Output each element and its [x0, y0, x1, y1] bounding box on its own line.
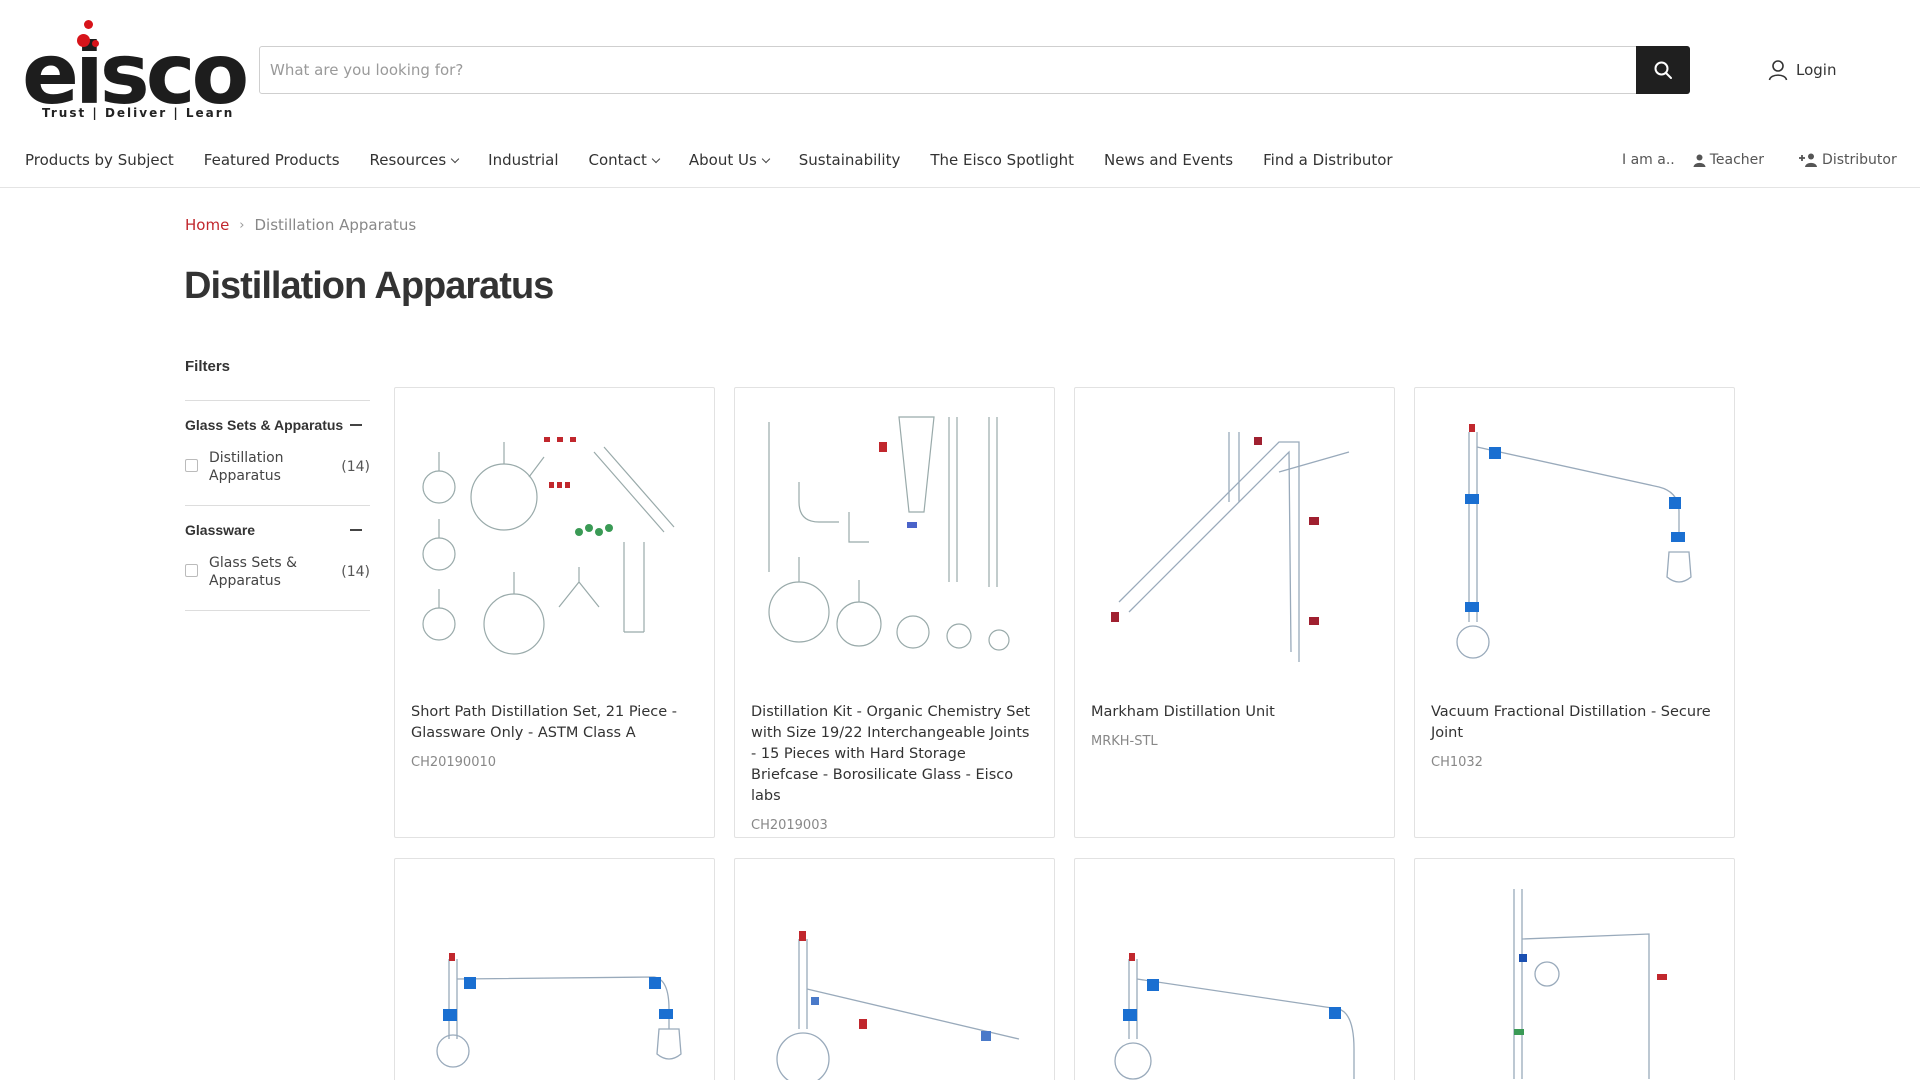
product-card[interactable]: [394, 858, 715, 1080]
product-image: [1114, 953, 1355, 1080]
nav-label: Resources: [369, 151, 447, 169]
product-image: [1513, 889, 1667, 1079]
nav-label: About Us: [688, 151, 757, 169]
product-sku: CH1032: [1431, 755, 1483, 770]
product-sku: MRKH-STL: [1091, 734, 1158, 749]
product-card[interactable]: Vacuum Fractional Distillation - Secure …: [1414, 387, 1735, 838]
chevron-down-icon: [651, 154, 661, 163]
minus-icon: [350, 529, 362, 531]
role-teacher-label: Teacher: [1709, 152, 1765, 168]
product-image: [1456, 424, 1692, 659]
filter-option-label: Distillation Apparatus: [209, 450, 284, 484]
product-image: [776, 931, 1020, 1080]
nav-featured-products[interactable]: Featured Products: [204, 151, 340, 169]
product-name[interactable]: Vacuum Fractional Distillation - Secure …: [1431, 702, 1716, 744]
role-teacher[interactable]: Teacher: [1693, 152, 1764, 168]
breadcrumb-home[interactable]: Home: [185, 216, 229, 234]
filter-option-count: (14): [341, 459, 370, 475]
product-image: [422, 437, 675, 655]
product-image: [436, 953, 682, 1068]
chevron-right-icon: ›: [239, 217, 245, 233]
product-info: Distillation Kit - Organic Chemistry Set…: [751, 702, 1036, 836]
login-link[interactable]: Login: [1768, 58, 1836, 82]
chevron-down-icon: [450, 154, 460, 163]
nav-resources[interactable]: Resources: [369, 151, 460, 169]
product-name[interactable]: Short Path Distillation Set, 21 Piece - …: [411, 702, 696, 744]
chevron-down-icon: [761, 154, 771, 163]
filter-checkbox[interactable]: [185, 459, 198, 472]
logo-dot: [84, 20, 93, 29]
user-icon: [1768, 60, 1788, 81]
nav-label: Featured Products: [203, 151, 340, 169]
nav-contact[interactable]: Contact: [588, 151, 661, 169]
product-info: Vacuum Fractional Distillation - Secure …: [1431, 702, 1716, 773]
product-name[interactable]: Distillation Kit - Organic Chemistry Set…: [751, 702, 1036, 807]
person-icon: [1693, 154, 1706, 167]
filter-group-glass-sets: Glass Sets & Apparatus Distillation Appa…: [185, 400, 370, 506]
nav-news-and-events[interactable]: News and Events: [1104, 151, 1233, 169]
filter-checkbox[interactable]: [185, 564, 198, 577]
role-distributor[interactable]: Distributor: [1798, 152, 1897, 168]
filters-heading: Filters: [185, 358, 231, 375]
product-sku: CH2019003: [751, 818, 828, 833]
product-card[interactable]: [734, 858, 1055, 1080]
nav-industrial[interactable]: Industrial: [488, 151, 558, 169]
site-header: eisco Trust | Deliver | Learn Login Prod…: [0, 0, 1920, 188]
logo-dot: [92, 40, 99, 47]
product-image: [1111, 432, 1350, 662]
filter-option[interactable]: Glass Sets & Apparatus (14): [185, 554, 370, 590]
search-bar: [259, 46, 1690, 94]
product-name[interactable]: Markham Distillation Unit: [1091, 702, 1376, 723]
nav-about-us[interactable]: About Us: [688, 151, 771, 169]
product-card[interactable]: [1074, 858, 1395, 1080]
filter-option[interactable]: Distillation Apparatus (14): [185, 449, 370, 485]
search-input[interactable]: [260, 47, 1636, 93]
filter-group-toggle[interactable]: Glassware: [185, 506, 370, 554]
breadcrumb-current: Distillation Apparatus: [254, 216, 417, 234]
nav-products-by-subject[interactable]: Products by Subject: [25, 151, 174, 169]
logo-tagline: Trust | Deliver | Learn: [42, 106, 235, 120]
logo-wordmark: eisco: [22, 25, 249, 123]
role-prompt: I am a..: [1622, 152, 1675, 168]
nav-label: Industrial: [488, 151, 559, 169]
login-label: Login: [1796, 61, 1837, 79]
nav-label: News and Events: [1104, 151, 1234, 169]
page-title: Distillation Apparatus: [184, 265, 554, 307]
nav-label: Find a Distributor: [1263, 151, 1393, 169]
search-icon: [1654, 61, 1672, 79]
main-nav: Products by Subject Featured Products Re…: [25, 148, 1423, 172]
filter-option-label: Glass Sets & Apparatus: [209, 555, 298, 589]
logo-dot: [77, 34, 90, 47]
product-card[interactable]: [1414, 858, 1735, 1080]
nav-label: Products by Subject: [25, 151, 174, 169]
minus-icon: [350, 424, 362, 426]
role-selector: I am a.. Teacher Distributor: [1622, 148, 1897, 172]
filter-group-glassware: Glassware Glass Sets & Apparatus (14): [185, 505, 370, 611]
role-distributor-label: Distributor: [1822, 152, 1897, 168]
filter-option-count: (14): [341, 564, 370, 580]
breadcrumb: Home › Distillation Apparatus: [185, 216, 416, 234]
search-button[interactable]: [1636, 46, 1690, 94]
add-user-icon: [1799, 153, 1818, 167]
product-info: Markham Distillation Unit MRKH-STL: [1091, 702, 1376, 752]
nav-eisco-spotlight[interactable]: The Eisco Spotlight: [930, 151, 1074, 169]
filter-group-name: Glassware: [185, 522, 256, 538]
filter-group-name: Glass Sets & Apparatus: [185, 417, 344, 433]
nav-label: Sustainability: [798, 151, 901, 169]
product-card[interactable]: Markham Distillation Unit MRKH-STL: [1074, 387, 1395, 838]
nav-label: The Eisco Spotlight: [930, 151, 1075, 169]
product-info: Short Path Distillation Set, 21 Piece - …: [411, 702, 696, 773]
nav-label: Contact: [588, 151, 647, 169]
product-card[interactable]: Short Path Distillation Set, 21 Piece - …: [394, 387, 715, 838]
eisco-logo[interactable]: eisco Trust | Deliver | Learn: [22, 18, 249, 122]
product-image: [768, 416, 1010, 651]
nav-sustainability[interactable]: Sustainability: [799, 151, 901, 169]
product-sku: CH20190010: [411, 755, 497, 770]
product-card[interactable]: Distillation Kit - Organic Chemistry Set…: [734, 387, 1055, 838]
nav-find-distributor[interactable]: Find a Distributor: [1263, 151, 1392, 169]
filter-group-toggle[interactable]: Glass Sets & Apparatus: [185, 401, 370, 449]
